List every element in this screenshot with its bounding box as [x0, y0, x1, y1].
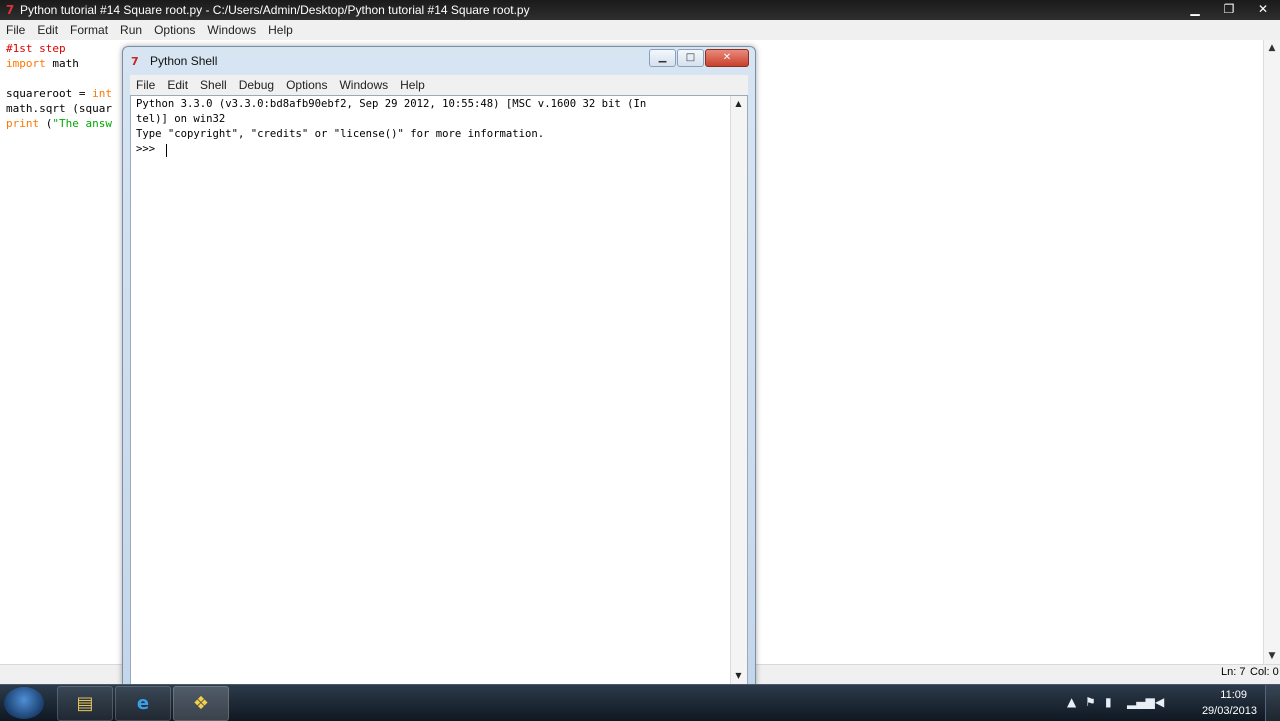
python-shell-window: 7 Python Shell ▁ □ ✕ File Edit Shell Deb… [122, 46, 756, 686]
text-caret [166, 144, 167, 157]
code-text: math.sqrt (squar [6, 102, 112, 115]
scroll-down-arrow-icon[interactable]: ▼ [1264, 648, 1280, 664]
power-icon[interactable]: ▮ [1105, 695, 1112, 709]
menu-windows[interactable]: Windows [201, 23, 262, 37]
clock-time[interactable]: 11:09 [1220, 689, 1247, 701]
menu-edit[interactable]: Edit [31, 23, 64, 37]
shell-menu-options[interactable]: Options [280, 78, 333, 92]
shell-window-controls: ▁ □ ✕ [648, 49, 749, 67]
action-center-flag-icon[interactable]: ⚑ [1085, 695, 1096, 709]
shell-menu-shell[interactable]: Shell [194, 78, 233, 92]
idle-app-icon: 7 [5, 3, 15, 17]
editor-window-controls: ▁ ❐ ✕ [1178, 0, 1280, 18]
editor-title: Python tutorial #14 Square root.py - C:/… [20, 3, 530, 17]
code-text: ( [39, 117, 53, 130]
code-text: math [45, 57, 79, 70]
code-line-2: import math [6, 56, 79, 71]
shell-menubar: File Edit Shell Debug Options Windows He… [130, 75, 748, 95]
menu-options[interactable]: Options [148, 23, 201, 37]
shell-titlebar[interactable]: 7 Python Shell ▁ □ ✕ [123, 47, 755, 73]
taskbar-python[interactable]: ❖ [173, 686, 229, 721]
maximize-icon[interactable]: □ [677, 49, 704, 67]
code-keyword: import [6, 57, 46, 70]
taskbar-explorer[interactable]: ▤ [57, 686, 113, 721]
taskbar: ▤ e ❖ ▲ ⚑ ▮ ▂▄▆ ◀ 11:09 29/03/2013 [0, 684, 1280, 721]
restore-icon[interactable]: ❐ [1212, 0, 1246, 18]
shell-prompt: >>> [136, 143, 162, 155]
scroll-up-arrow-icon[interactable]: ▲ [731, 96, 746, 112]
clock-date[interactable]: 29/03/2013 [1202, 705, 1257, 717]
status-column-number: Col: 0 [1250, 666, 1279, 678]
code-line-5: math.sqrt (squar [6, 101, 112, 116]
code-string: "The answ [52, 117, 112, 130]
shell-menu-windows[interactable]: Windows [333, 78, 394, 92]
code-line-4: squareroot = int [6, 86, 112, 101]
show-desktop-button[interactable] [1265, 685, 1280, 721]
shell-menu-file[interactable]: File [130, 78, 161, 92]
shell-info-line: Type "copyright", "credits" or "license(… [136, 128, 545, 140]
show-hidden-icons-icon[interactable]: ▲ [1067, 695, 1076, 709]
menu-help[interactable]: Help [262, 23, 299, 37]
system-tray: ▲ ⚑ ▮ ▂▄▆ ◀ 11:09 29/03/2013 [1065, 685, 1280, 721]
folder-icon: ▤ [76, 693, 94, 714]
editor-menubar: File Edit Format Run Options Windows Hel… [0, 20, 1280, 40]
scroll-down-arrow-icon[interactable]: ▼ [731, 668, 746, 684]
close-icon[interactable]: ✕ [705, 49, 749, 67]
code-comment: #1st step [6, 42, 66, 55]
shell-menu-help[interactable]: Help [394, 78, 431, 92]
code-builtin: print [6, 117, 40, 130]
editor-titlebar[interactable]: 7 Python tutorial #14 Square root.py - C… [0, 0, 1280, 20]
close-icon[interactable]: ✕ [1246, 0, 1280, 18]
internet-explorer-icon: e [136, 693, 150, 714]
code-builtin: int [92, 87, 112, 100]
code-text: squareroot = [6, 87, 93, 100]
shell-output-area[interactable]: Python 3.3.0 (v3.3.0:bd8afb90ebf2, Sep 2… [130, 95, 748, 685]
menu-run[interactable]: Run [114, 23, 148, 37]
idle-app-icon: 7 [131, 55, 139, 68]
scroll-up-arrow-icon[interactable]: ▲ [1264, 40, 1280, 56]
code-line-6: print ("The answ [6, 116, 112, 131]
shell-menu-edit[interactable]: Edit [161, 78, 194, 92]
minimize-icon[interactable]: ▁ [1178, 0, 1212, 18]
minimize-icon[interactable]: ▁ [649, 49, 676, 67]
volume-icon[interactable]: ◀ [1155, 695, 1164, 709]
taskbar-internet-explorer[interactable]: e [115, 686, 171, 721]
menu-file[interactable]: File [0, 23, 31, 37]
start-button[interactable] [4, 687, 44, 719]
shell-scrollbar[interactable]: ▲ ▼ [730, 96, 747, 684]
shell-title: Python Shell [150, 54, 218, 68]
status-line-number: Ln: 7 [1221, 666, 1246, 678]
shell-banner-line: Python 3.3.0 (v3.3.0:bd8afb90ebf2, Sep 2… [136, 98, 647, 110]
network-signal-icon[interactable]: ▂▄▆ [1127, 695, 1155, 709]
shell-banner-line: tel)] on win32 [136, 113, 226, 125]
code-line-1: #1st step [6, 41, 66, 56]
editor-scrollbar[interactable]: ▲ ▼ [1263, 40, 1280, 664]
menu-format[interactable]: Format [64, 23, 114, 37]
python-icon: ❖ [192, 693, 210, 714]
shell-menu-debug[interactable]: Debug [233, 78, 280, 92]
